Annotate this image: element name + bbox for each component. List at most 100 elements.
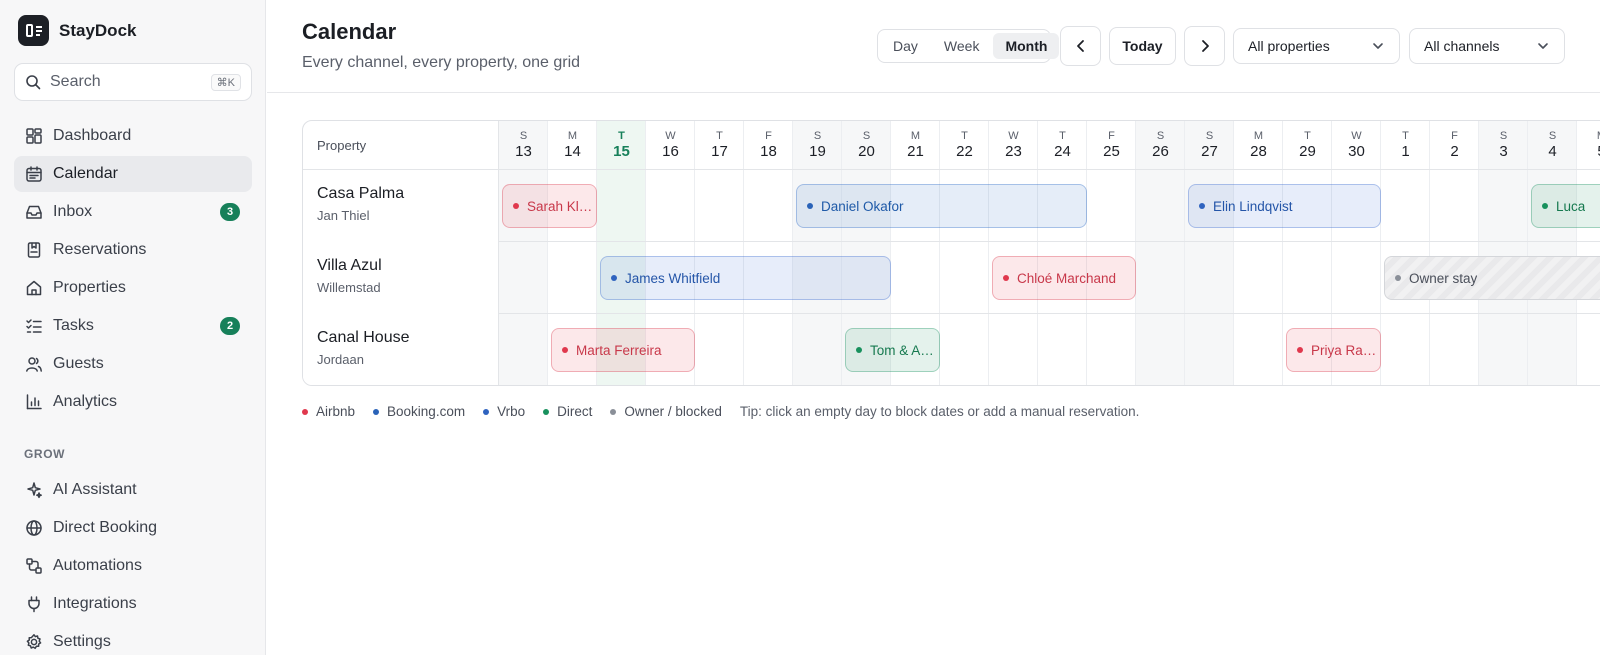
- gear-icon: [26, 634, 42, 650]
- search-placeholder: Search: [50, 73, 101, 90]
- weekday-label: S: [1156, 130, 1165, 142]
- sidebar-item-analytics[interactable]: Analytics: [14, 384, 252, 420]
- sidebar-item-dashboard[interactable]: Dashboard: [14, 118, 252, 154]
- date-label: 19: [809, 143, 826, 160]
- reservation-bar[interactable]: Tom & Anja de V…: [845, 328, 940, 372]
- header-divider: [267, 92, 1600, 93]
- legend-label: Owner / blocked: [624, 404, 722, 419]
- date-label: 5: [1577, 143, 1600, 160]
- day-header: S4: [1528, 121, 1577, 170]
- reservations-icon: [27, 242, 41, 258]
- weekday-label: T: [961, 130, 968, 142]
- search-input[interactable]: Search ⌘K: [14, 63, 252, 101]
- sidebar-item-label: Properties: [53, 279, 126, 296]
- calendar-header-row: Property S 13 M 14 T 15 W 16 T 17 F 18 S 19 S 20 M 21 T 22 W…: [303, 121, 1600, 170]
- date-label: 22: [956, 143, 973, 160]
- sidebar-item-automations[interactable]: Automations: [14, 548, 252, 584]
- day-header: S3: [1479, 121, 1528, 170]
- weekday-label: M: [1253, 130, 1264, 142]
- sidebar-section-label: GROW: [24, 447, 66, 461]
- inbox-icon: [26, 205, 42, 219]
- day-header: S 20: [842, 121, 891, 170]
- guest-name: Sarah Klein: [527, 198, 596, 214]
- sidebar-item-integrations[interactable]: Integrations: [14, 586, 252, 622]
- day-header: M 28: [1234, 121, 1283, 170]
- plug-icon: [28, 596, 40, 613]
- sidebar-item-direct-booking[interactable]: Direct Booking: [14, 510, 252, 546]
- previous-button[interactable]: [1060, 26, 1101, 66]
- day-header: W 30: [1332, 121, 1381, 170]
- search-shortcut: ⌘K: [210, 73, 241, 91]
- sidebar-item-reservations[interactable]: Reservations: [14, 232, 252, 268]
- reservation-bar[interactable]: Priya Raman: [1286, 328, 1381, 372]
- sidebar-item-ai-assistant[interactable]: AI Assistant: [14, 472, 252, 508]
- weekday-label: S: [519, 130, 528, 142]
- calendar-grid: Property S 13 M 14 T 15 W 16 T 17 F 18 S 19 S 20 M 21 T 22 W…: [302, 120, 1600, 386]
- sidebar-item-label: Guests: [53, 355, 104, 372]
- legend-dot: [543, 408, 550, 415]
- sidebar-item-guests[interactable]: Guests: [14, 346, 252, 382]
- date-label: 16: [662, 143, 679, 160]
- guest-name: Daniel Okafor: [821, 198, 904, 214]
- sidebar-item-properties[interactable]: Properties: [14, 270, 252, 306]
- date-label: 21: [907, 143, 924, 160]
- chevron-right-icon: [1201, 40, 1209, 52]
- search-icon: [26, 75, 41, 90]
- legend-item-airbnb: Airbnb: [302, 404, 355, 419]
- reservation-bar[interactable]: Marta Ferreira: [551, 328, 695, 372]
- property-label[interactable]: Villa Azul Willemstad: [303, 242, 499, 314]
- sidebar: StayDock Search ⌘K Dashboard Calendar Inbo…: [0, 0, 266, 655]
- brand[interactable]: StayDock: [18, 15, 136, 46]
- view-month-button[interactable]: Month: [993, 33, 1060, 59]
- day-header: W 16: [646, 121, 695, 170]
- sidebar-item-calendar[interactable]: Calendar: [14, 156, 252, 192]
- day-header: T 24: [1038, 121, 1087, 170]
- sidebar-item-inbox[interactable]: Inbox 3: [14, 194, 252, 230]
- property-label[interactable]: Casa Palma Jan Thiel: [303, 170, 499, 242]
- view-week-button[interactable]: Week: [932, 33, 992, 59]
- next-button[interactable]: [1184, 26, 1225, 66]
- weekday-label: W: [1008, 130, 1019, 142]
- property-filter-select[interactable]: All properties: [1233, 28, 1400, 64]
- day-header: S 26: [1136, 121, 1185, 170]
- view-switcher: Day Week Month: [877, 29, 1060, 63]
- today-button[interactable]: Today: [1109, 27, 1176, 65]
- channel-dot: [1003, 275, 1009, 281]
- view-day-button[interactable]: Day: [881, 33, 930, 59]
- chevron-down-icon: [1373, 43, 1383, 49]
- chevron-down-icon: [1538, 43, 1548, 49]
- sidebar-item-label: Inbox: [53, 203, 93, 220]
- day-header: S 19: [793, 121, 842, 170]
- sidebar-item-label: Tasks: [53, 317, 94, 334]
- weekday-label: F: [1108, 130, 1115, 142]
- calendar-tip: Tip: click an empty day to block dates o…: [739, 404, 1140, 419]
- sidebar-item-settings[interactable]: Settings: [14, 624, 252, 655]
- channel-legend: Airbnb Booking.com Vrbo Direct Owner / block…: [302, 404, 1139, 419]
- date-label: 24: [1054, 143, 1071, 160]
- home-icon: [26, 280, 42, 296]
- weekday-label: T: [618, 130, 625, 142]
- dashboard-icon: [26, 128, 42, 144]
- guest-name: Tom & Anja de V…: [870, 342, 939, 358]
- sidebar-nav: Dashboard Calendar Inbox 3 Reservations Prope…: [14, 118, 252, 422]
- reservation-bar[interactable]: Luca: [1531, 184, 1600, 228]
- day-header: S 13: [499, 121, 548, 170]
- date-label: 23: [1005, 143, 1022, 160]
- reservation-bar[interactable]: Chloé Marchand: [992, 256, 1136, 300]
- property-location: Jordaan: [317, 352, 364, 367]
- channel-filter-value: All channels: [1424, 38, 1500, 54]
- app-name: StayDock: [59, 20, 137, 40]
- guest-name: Chloé Marchand: [1017, 270, 1117, 286]
- reservation-bar[interactable]: Daniel Okafor: [796, 184, 1087, 228]
- sidebar-item-tasks[interactable]: Tasks 2: [14, 308, 252, 344]
- channel-filter-select[interactable]: All channels: [1409, 28, 1565, 64]
- reservation-bar[interactable]: Elin Lindqvist: [1188, 184, 1381, 228]
- property-label[interactable]: Canal House Jordaan: [303, 314, 499, 385]
- sidebar-item-label: Calendar: [53, 165, 118, 182]
- channel-dot: [1199, 203, 1205, 209]
- day-header: T1: [1381, 121, 1430, 170]
- date-label: 3: [1499, 143, 1508, 160]
- reservation-bar[interactable]: Owner stay: [1384, 256, 1600, 300]
- reservation-bar[interactable]: Sarah Klein: [502, 184, 597, 228]
- reservation-bar[interactable]: James Whitfield: [600, 256, 891, 300]
